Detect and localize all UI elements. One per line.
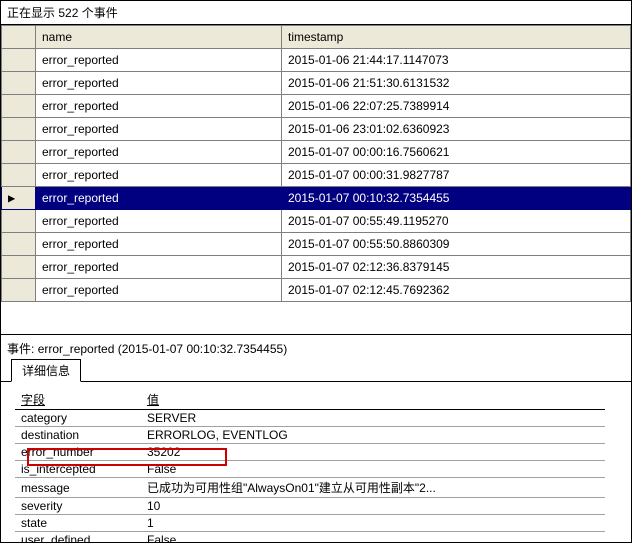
- detail-col-value[interactable]: 值: [141, 390, 605, 410]
- cell-timestamp: 2015-01-06 23:01:02.6360923: [282, 118, 631, 141]
- row-indicator: [2, 49, 36, 72]
- cell-timestamp: 2015-01-07 02:12:36.8379145: [282, 256, 631, 279]
- row-indicator: [2, 118, 36, 141]
- row-indicator: [2, 256, 36, 279]
- detail-row[interactable]: user_definedFalse: [15, 532, 605, 543]
- row-indicator: [2, 210, 36, 233]
- table-row[interactable]: error_reported2015-01-06 23:01:02.636092…: [2, 118, 631, 141]
- detail-col-field[interactable]: 字段: [15, 390, 141, 410]
- table-row[interactable]: error_reported2015-01-07 00:55:50.886030…: [2, 233, 631, 256]
- detail-row[interactable]: message已成功为可用性组"AlwaysOn01"建立从可用性副本"2...: [15, 478, 605, 498]
- row-indicator: [2, 141, 36, 164]
- events-header-row: name timestamp: [2, 26, 631, 49]
- cell-name: error_reported: [36, 233, 282, 256]
- row-indicator: [2, 164, 36, 187]
- summary-count: 522: [58, 6, 78, 20]
- cell-name: error_reported: [36, 141, 282, 164]
- table-row[interactable]: ▶error_reported2015-01-07 00:10:32.73544…: [2, 187, 631, 210]
- table-row[interactable]: error_reported2015-01-07 00:00:16.756062…: [2, 141, 631, 164]
- cell-name: error_reported: [36, 256, 282, 279]
- detail-cell-value: 1: [141, 515, 605, 532]
- row-indicator: ▶: [2, 187, 36, 210]
- table-row[interactable]: error_reported2015-01-06 21:44:17.114707…: [2, 49, 631, 72]
- cell-name: error_reported: [36, 72, 282, 95]
- detail-row[interactable]: categorySERVER: [15, 410, 605, 427]
- detail-cell-field: error_number: [15, 444, 141, 461]
- detail-table[interactable]: 字段 值 categorySERVERdestinationERRORLOG, …: [15, 390, 605, 542]
- row-indicator: [2, 279, 36, 302]
- detail-cell-field: message: [15, 478, 141, 498]
- header-indicator[interactable]: [2, 26, 36, 49]
- detail-header: 事件: error_reported (2015-01-07 00:10:32.…: [1, 335, 631, 362]
- cell-name: error_reported: [36, 279, 282, 302]
- table-row[interactable]: error_reported2015-01-06 22:07:25.738991…: [2, 95, 631, 118]
- cell-timestamp: 2015-01-07 00:10:32.7354455: [282, 187, 631, 210]
- detail-header-row: 字段 值: [15, 390, 605, 410]
- cell-name: error_reported: [36, 118, 282, 141]
- table-row[interactable]: error_reported2015-01-07 00:00:31.982778…: [2, 164, 631, 187]
- detail-cell-value: ERRORLOG, EVENTLOG: [141, 427, 605, 444]
- detail-cell-value: 已成功为可用性组"AlwaysOn01"建立从可用性副本"2...: [141, 478, 605, 498]
- detail-row[interactable]: state1: [15, 515, 605, 532]
- detail-cell-value: 10: [141, 498, 605, 515]
- summary-suffix: 个事件: [82, 6, 118, 20]
- cell-timestamp: 2015-01-07 00:55:50.8860309: [282, 233, 631, 256]
- events-grid-pane: name timestamp error_reported2015-01-06 …: [1, 25, 631, 335]
- cell-timestamp: 2015-01-06 21:51:30.6131532: [282, 72, 631, 95]
- detail-row[interactable]: error_number35202: [15, 444, 605, 461]
- cell-name: error_reported: [36, 210, 282, 233]
- cell-timestamp: 2015-01-07 02:12:45.7692362: [282, 279, 631, 302]
- tab-detail[interactable]: 详细信息: [11, 359, 81, 382]
- detail-cell-value: False: [141, 461, 605, 478]
- table-row[interactable]: error_reported2015-01-07 00:55:49.119527…: [2, 210, 631, 233]
- detail-tabstrip: 详细信息: [1, 362, 631, 382]
- detail-row[interactable]: severity10: [15, 498, 605, 515]
- detail-body: 字段 值 categorySERVERdestinationERRORLOG, …: [1, 382, 631, 542]
- table-row[interactable]: error_reported2015-01-07 02:12:36.837914…: [2, 256, 631, 279]
- cell-timestamp: 2015-01-07 00:00:31.9827787: [282, 164, 631, 187]
- detail-row[interactable]: destinationERRORLOG, EVENTLOG: [15, 427, 605, 444]
- detail-cell-field: user_defined: [15, 532, 141, 543]
- row-indicator: [2, 233, 36, 256]
- row-indicator: [2, 95, 36, 118]
- detail-cell-value: SERVER: [141, 410, 605, 427]
- cell-timestamp: 2015-01-06 22:07:25.7389914: [282, 95, 631, 118]
- cell-name: error_reported: [36, 187, 282, 210]
- detail-cell-field: category: [15, 410, 141, 427]
- header-name[interactable]: name: [36, 26, 282, 49]
- detail-cell-value: 35202: [141, 444, 605, 461]
- table-row[interactable]: error_reported2015-01-07 02:12:45.769236…: [2, 279, 631, 302]
- detail-header-label: 事件:: [7, 342, 34, 356]
- cell-timestamp: 2015-01-07 00:00:16.7560621: [282, 141, 631, 164]
- events-table[interactable]: name timestamp error_reported2015-01-06 …: [1, 25, 631, 302]
- summary-bar: 正在显示 522 个事件: [1, 1, 631, 25]
- row-indicator: [2, 72, 36, 95]
- detail-row[interactable]: is_interceptedFalse: [15, 461, 605, 478]
- cell-name: error_reported: [36, 164, 282, 187]
- summary-prefix: 正在显示: [7, 6, 55, 20]
- table-row[interactable]: error_reported2015-01-06 21:51:30.613153…: [2, 72, 631, 95]
- detail-cell-field: state: [15, 515, 141, 532]
- header-timestamp[interactable]: timestamp: [282, 26, 631, 49]
- detail-header-value: error_reported (2015-01-07 00:10:32.7354…: [38, 342, 288, 356]
- detail-cell-field: severity: [15, 498, 141, 515]
- cell-timestamp: 2015-01-07 00:55:49.1195270: [282, 210, 631, 233]
- cell-name: error_reported: [36, 95, 282, 118]
- detail-cell-field: is_intercepted: [15, 461, 141, 478]
- cell-timestamp: 2015-01-06 21:44:17.1147073: [282, 49, 631, 72]
- detail-cell-value: False: [141, 532, 605, 543]
- cell-name: error_reported: [36, 49, 282, 72]
- detail-cell-field: destination: [15, 427, 141, 444]
